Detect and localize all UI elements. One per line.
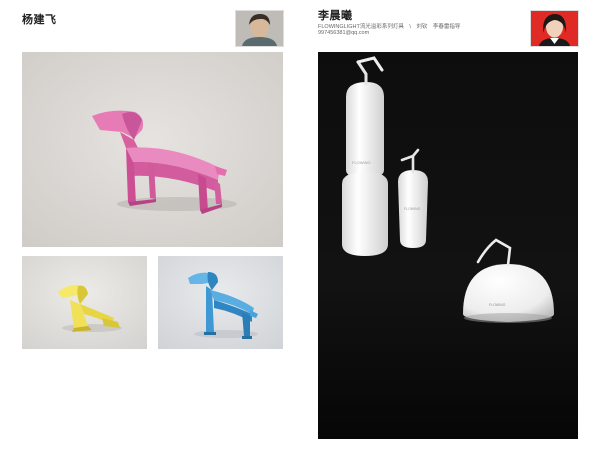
right-designer-avatar [530, 10, 579, 47]
designer-email: 997456381@qq.com [318, 30, 370, 36]
blue-dog-photo [158, 256, 283, 349]
left-designer-avatar [235, 10, 284, 47]
dome-lamp-brand: FLOWING [489, 303, 506, 307]
avatar-portrait-icon [236, 11, 283, 46]
pink-dog-photo [22, 52, 283, 247]
yellow-dog-image [22, 256, 147, 349]
right-designer-name: 李晨曦 [318, 10, 353, 22]
white-lamp-series-image: FLOWING FLOWING FLOWING [318, 52, 578, 439]
yellow-dog-photo [22, 256, 147, 349]
blue-dog-image [158, 256, 283, 349]
small-lamp-brand: FLOWING [404, 207, 421, 211]
avatar-portrait-icon [531, 11, 578, 46]
white-lamps-photo: FLOWING FLOWING FLOWING [318, 52, 578, 439]
left-designer-name: 杨建飞 [22, 14, 57, 26]
tall-lamp-brand: FLOWING [352, 160, 371, 165]
pink-dog-chair-image [22, 52, 283, 247]
project-description: FLOWINGLIGHT流光溢彩系列灯具 \ 刘钦 李春雷指导 [318, 24, 461, 30]
